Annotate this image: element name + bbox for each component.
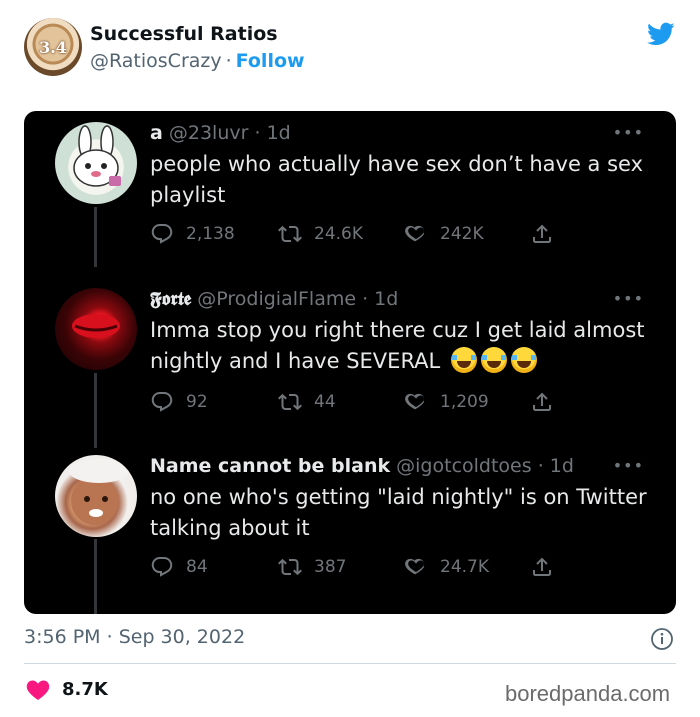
author-name[interactable]: Successful Ratios <box>90 23 278 45</box>
tweet-text: Imma stop you right there cuz I get laid… <box>150 315 650 377</box>
share-button[interactable] <box>530 555 566 579</box>
reply-count: 92 <box>186 392 208 412</box>
display-name[interactable]: a <box>150 122 163 144</box>
reply-button[interactable]: 92 <box>150 390 208 414</box>
more-options-icon[interactable]: ••• <box>613 289 644 308</box>
like-count: 1,209 <box>440 392 489 412</box>
like-icon <box>405 225 425 242</box>
post-date: Sep 30, 2022 <box>118 626 246 648</box>
share-button[interactable] <box>530 222 566 246</box>
bunny-avatar-icon <box>73 125 121 187</box>
tweet-text: no one who's getting "laid nightly" is o… <box>150 485 647 540</box>
tears-of-joy-emoji-icon <box>510 347 537 373</box>
author-avatar[interactable]: 3.4 <box>24 18 82 76</box>
thread-line <box>94 539 97 614</box>
reply-icon <box>151 557 173 577</box>
more-options-icon[interactable]: ••• <box>613 123 644 142</box>
tweet-header: 3.4 Successful Ratios @RatiosCrazy · Follo… <box>0 0 700 100</box>
author-handle[interactable]: @RatiosCrazy <box>90 50 222 72</box>
more-options-icon[interactable]: ••• <box>613 456 644 475</box>
user-handle[interactable]: @23luvr <box>169 122 249 144</box>
retweet-count: 24.6K <box>314 224 363 244</box>
like-icon <box>405 558 425 575</box>
retweet-button[interactable]: 24.6K <box>278 222 363 246</box>
heart-icon[interactable] <box>26 679 50 701</box>
child-face-avatar-icon <box>69 459 129 525</box>
tears-of-joy-emoji-icon <box>450 347 477 373</box>
separator: · <box>106 626 113 648</box>
tweet-header: Name cannot be blank @igotcoldtoes · 1d <box>150 455 574 477</box>
retweet-count: 44 <box>314 392 336 412</box>
retweet-icon <box>278 558 302 576</box>
reply-button[interactable]: 2,138 <box>150 222 235 246</box>
tweet-header: a @23luvr · 1d <box>150 122 291 144</box>
post-time: 3:56 PM <box>24 626 101 648</box>
thread-line <box>94 207 97 267</box>
reply-button[interactable]: 84 <box>150 555 208 579</box>
follow-button[interactable]: Follow <box>236 50 305 72</box>
post-like-count[interactable]: 8.7K <box>62 679 108 700</box>
display-name[interactable]: 𝕱𝖔𝖗𝖙𝖊 <box>150 288 191 310</box>
reply-icon <box>151 224 173 244</box>
avatar[interactable] <box>55 122 137 204</box>
tweet-header: 𝕱𝖔𝖗𝖙𝖊 @ProdigialFlame · 1d <box>150 288 398 310</box>
like-button[interactable]: 242K <box>404 222 484 246</box>
divider <box>24 663 676 664</box>
share-icon <box>533 392 551 411</box>
like-count: 24.7K <box>440 557 489 577</box>
info-icon[interactable] <box>650 627 674 651</box>
avatar[interactable] <box>55 455 137 537</box>
retweet-icon <box>278 225 302 243</box>
separator: · <box>225 50 232 72</box>
red-lips-avatar-icon <box>72 314 120 338</box>
reply-icon <box>151 392 173 412</box>
watermark: boredpanda.com <box>505 681 671 706</box>
tweet-text: people who actually have sex don’t have … <box>150 152 643 207</box>
like-count: 242K <box>440 224 484 244</box>
embedded-screenshot: a @23luvr · 1d ••• people who actually h… <box>24 111 676 614</box>
like-icon <box>405 393 425 410</box>
reply-count: 84 <box>186 557 208 577</box>
like-button[interactable]: 24.7K <box>404 555 489 579</box>
avatar[interactable] <box>55 288 137 370</box>
author-line: @RatiosCrazy · Follow <box>90 50 305 72</box>
retweet-button[interactable]: 44 <box>278 390 336 414</box>
twitter-bird-icon[interactable] <box>644 20 678 48</box>
timestamp[interactable]: · 1d <box>362 288 398 310</box>
share-button[interactable] <box>530 390 566 414</box>
tweet-text-body: Imma stop you right there cuz I get laid… <box>150 318 645 373</box>
user-handle[interactable]: @ProdigialFlame <box>197 288 356 310</box>
share-icon <box>533 557 551 576</box>
timestamp[interactable]: · 1d <box>254 122 290 144</box>
post-timestamp[interactable]: 3:56 PM · Sep 30, 2022 <box>24 626 245 648</box>
retweet-count: 387 <box>314 557 347 577</box>
display-name[interactable]: Name cannot be blank <box>150 455 390 477</box>
thread-line <box>94 373 97 448</box>
retweet-button[interactable]: 387 <box>278 555 346 579</box>
timestamp[interactable]: · 1d <box>538 455 574 477</box>
tears-of-joy-emoji-icon <box>480 347 507 373</box>
like-button[interactable]: 1,209 <box>404 390 489 414</box>
share-icon <box>533 224 551 243</box>
avatar-text: 3.4 <box>39 37 67 57</box>
retweet-icon <box>278 393 302 411</box>
reply-count: 2,138 <box>186 224 235 244</box>
user-handle[interactable]: @igotcoldtoes <box>396 455 532 477</box>
